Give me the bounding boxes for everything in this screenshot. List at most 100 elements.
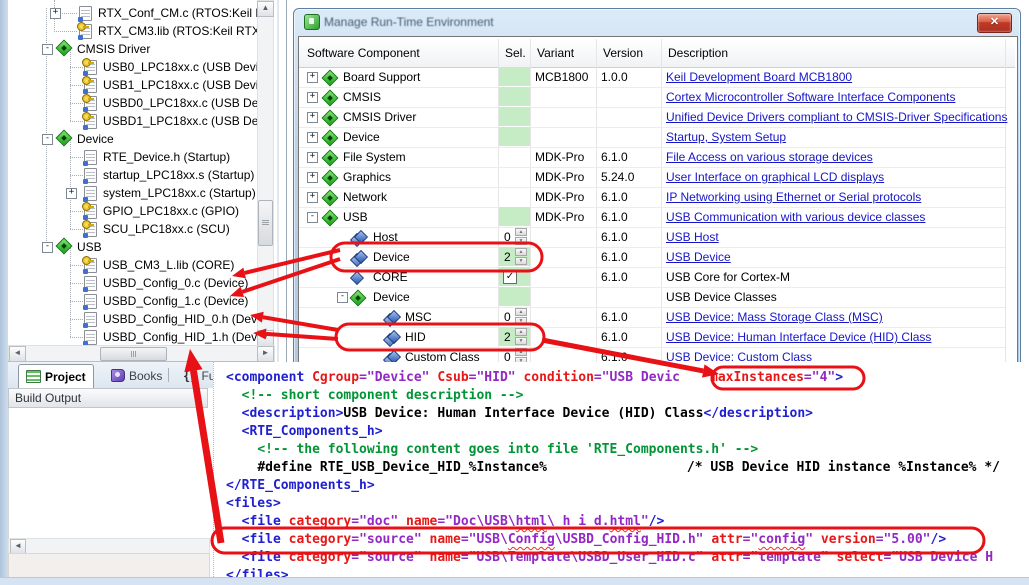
tree-item[interactable]: RTX_CM3.lib (RTOS:Keil RTX) (8, 22, 264, 40)
tree-item-label: SCU_LPC18xx.c (SCU) (103, 220, 230, 238)
spinner-up-icon[interactable]: ▲ (515, 328, 527, 336)
code-token: attr (711, 532, 742, 547)
description-link[interactable]: User Interface on graphical LCD displays (666, 167, 884, 187)
table-row[interactable]: +NetworkMDK-Pro6.1.0IP Networking using … (299, 187, 1005, 207)
uvision-icon (304, 14, 320, 30)
table-row[interactable]: Device2▲▼6.1.0USB Device (299, 247, 1005, 267)
tab-project[interactable]: Project (18, 364, 94, 388)
tree-item[interactable]: GPIO_LPC18xx.c (GPIO) (8, 202, 264, 220)
tree-item[interactable]: USB0_LPC18xx.c (USB Device:U (8, 58, 264, 76)
spinner-up-icon[interactable]: ▲ (515, 348, 527, 356)
tree-item[interactable]: USBD_Config_0.c (Device) (8, 274, 264, 292)
description-link[interactable]: USB Host (666, 227, 719, 247)
component-label: Board Support (343, 67, 420, 87)
description-link[interactable]: USB Communication with various device cl… (666, 207, 925, 227)
description-link[interactable]: File Access on various storage devices (666, 147, 873, 167)
table-row[interactable]: CORE✓6.1.0USB Core for Cortex-M (299, 267, 1005, 287)
checkbox[interactable]: ✓ (503, 270, 517, 284)
code-token: </RTE_Components_h> (226, 478, 375, 493)
description-link[interactable]: Cortex Microcontroller Software Interfac… (666, 87, 955, 107)
table-row[interactable]: +CMSIS DriverUnified Device Drivers comp… (299, 107, 1005, 127)
tree-item[interactable]: SCU_LPC18xx.c (SCU) (8, 220, 264, 238)
spinner-control[interactable]: ▲▼ (515, 328, 527, 345)
spinner-control[interactable]: ▲▼ (515, 248, 527, 265)
tree-scroll-down-icon[interactable]: ▼ (257, 330, 274, 346)
version-value: 6.1.0 (601, 227, 628, 247)
tree-item[interactable]: +system_LPC18xx.c (Startup) (8, 184, 264, 202)
spinner-down-icon[interactable]: ▼ (515, 317, 527, 325)
table-row[interactable]: MSC0▲▼6.1.0USB Device: Mass Storage Clas… (299, 307, 1005, 327)
tree-item[interactable]: - USB (8, 238, 264, 256)
component-icon (322, 70, 339, 87)
tree-vscrollbar[interactable] (257, 0, 274, 347)
tree-item[interactable]: USBD_Config_HID_1.h (Device: (8, 328, 264, 346)
build-output-caption: Build Output (8, 388, 208, 408)
tree-scroll-right-icon[interactable]: ► (257, 346, 274, 362)
table-row[interactable]: -DeviceUSB Device Classes (299, 287, 1005, 307)
row-expand-box[interactable]: + (307, 152, 318, 163)
close-button[interactable]: ✕ (977, 13, 1012, 33)
tree-expand-box[interactable]: - (42, 44, 53, 55)
project-tree-panel: +RTX_Conf_CM.c (RTOS:Keil RTRTX_CM3.lib … (8, 0, 274, 361)
spinner-up-icon[interactable]: ▲ (515, 308, 527, 316)
table-row[interactable]: +Board SupportMCB18001.0.0Keil Developme… (299, 67, 1005, 87)
tree-item[interactable]: USB1_LPC18xx.c (USB Device:U (8, 76, 264, 94)
table-row[interactable]: HID2▲▼6.1.0USB Device: Human Interface D… (299, 327, 1005, 347)
description-link[interactable]: Keil Development Board MCB1800 (666, 67, 852, 87)
spinner-control[interactable]: ▲▼ (515, 228, 527, 245)
status-strip (8, 553, 210, 579)
description-link[interactable]: IP Networking using Ethernet or Serial p… (666, 187, 921, 207)
spinner-down-icon[interactable]: ▼ (515, 257, 527, 265)
table-row[interactable]: +CMSISCortex Microcontroller Software In… (299, 87, 1005, 107)
description-link[interactable]: USB Device: Human Interface Device (HID)… (666, 327, 931, 347)
spinner-up-icon[interactable]: ▲ (515, 248, 527, 256)
tree-item[interactable]: +RTX_Conf_CM.c (RTOS:Keil RT (8, 4, 264, 22)
build-output-area[interactable] (8, 408, 209, 538)
tree-vscroll-thumb[interactable] (258, 200, 273, 246)
tree-item-label: USB (77, 238, 102, 256)
spinner-down-icon[interactable]: ▼ (515, 337, 527, 345)
tree-scroll-left-icon[interactable]: ◄ (9, 346, 26, 362)
component-label: Device (373, 287, 410, 307)
row-expand-box[interactable]: + (307, 112, 318, 123)
row-expand-box[interactable]: - (307, 212, 318, 223)
spinner-up-icon[interactable]: ▲ (515, 228, 527, 236)
description-link[interactable]: Startup, System Setup (666, 127, 786, 147)
tree-item[interactable]: USBD_Config_1.c (Device) (8, 292, 264, 310)
code-token: ="Doc\USB\ (437, 514, 515, 529)
tree-expand-box[interactable]: - (42, 134, 53, 145)
table-row[interactable]: -USBMDK-Pro6.1.0USB Communication with v… (299, 207, 1005, 227)
row-expand-box[interactable]: + (307, 132, 318, 143)
tree-item-label: USBD_Config_HID_0.h (Device: (103, 310, 274, 328)
tree-expand-box[interactable]: + (50, 8, 61, 19)
tree-item[interactable]: USB_CM3_L.lib (CORE) (8, 256, 264, 274)
description-link[interactable]: USB Device: Mass Storage Class (MSC) (666, 307, 883, 327)
description-link[interactable]: USB Device (666, 247, 731, 267)
spinner-control[interactable]: ▲▼ (515, 308, 527, 325)
build-scroll-left-icon[interactable]: ◄ (10, 539, 26, 554)
row-expand-box[interactable]: + (307, 192, 318, 203)
tree-expand-box[interactable]: + (66, 188, 77, 199)
tree-item[interactable]: -CMSIS Driver (8, 40, 264, 58)
row-expand-box[interactable]: + (307, 72, 318, 83)
row-expand-box[interactable]: + (307, 172, 318, 183)
tree-scroll-up-icon[interactable]: ▲ (257, 1, 274, 17)
tree-item[interactable]: RTE_Device.h (Startup) (8, 148, 264, 166)
description-link[interactable]: Unified Device Drivers compliant to CMSI… (666, 107, 1007, 127)
row-expand-box[interactable]: + (307, 92, 318, 103)
spinner-down-icon[interactable]: ▼ (515, 237, 527, 245)
tree-item[interactable]: USBD0_LPC18xx.c (USB Device: (8, 94, 264, 112)
tree-hscroll-thumb[interactable] (100, 347, 167, 361)
row-expand-box[interactable]: - (337, 292, 348, 303)
tree-item[interactable]: USBD_Config_HID_0.h (Device: (8, 310, 264, 328)
file-icon (84, 312, 97, 327)
table-row[interactable]: +DeviceStartup, System Setup (299, 127, 1005, 147)
tab-books[interactable]: Books (104, 364, 169, 387)
tree-expand-box[interactable]: - (42, 242, 53, 253)
table-row[interactable]: Host0▲▼6.1.0USB Host (299, 227, 1005, 247)
table-row[interactable]: +GraphicsMDK-Pro5.24.0User Interface on … (299, 167, 1005, 187)
table-row[interactable]: +File SystemMDK-Pro6.1.0File Access on v… (299, 147, 1005, 167)
tree-item[interactable]: USBD1_LPC18xx.c (USB Device: (8, 112, 264, 130)
tree-item[interactable]: -Device (8, 130, 264, 148)
tree-item[interactable]: startup_LPC18xx.s (Startup) (8, 166, 264, 184)
